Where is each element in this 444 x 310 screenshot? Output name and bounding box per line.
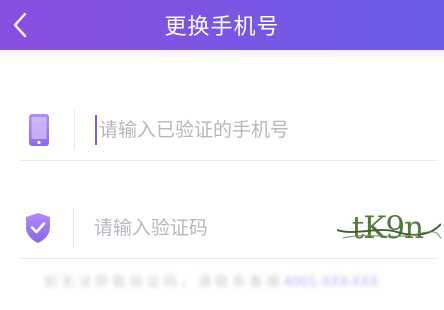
top-nav-bar: 更换手机号 <box>0 0 444 50</box>
phone-icon <box>20 110 58 150</box>
header-shadow <box>0 50 444 60</box>
captcha-image[interactable]: tK9n <box>336 210 441 246</box>
change-phone-screen: 更换手机号 请输入已验证的手机号 请输入验证码 tK9n 如 无 法 获 取 验… <box>0 0 444 310</box>
phone-number-input[interactable] <box>95 115 438 145</box>
verification-code-row: tK9n <box>20 198 441 259</box>
help-hint: 如 无 法 获 取 验 证 码 ， 请 联 系 客 服 4001-XXX-XXX <box>44 271 378 290</box>
help-hint-text: 如 无 法 获 取 验 证 码 ， 请 联 系 客 服 <box>44 275 280 290</box>
back-button[interactable] <box>0 0 40 50</box>
chevron-left-icon <box>13 12 27 38</box>
row-divider <box>74 110 75 150</box>
verification-code-input[interactable] <box>93 213 337 243</box>
row-divider <box>72 208 74 248</box>
phone-row <box>20 100 438 161</box>
captcha-noise <box>336 223 441 239</box>
page-title: 更换手机号 <box>164 15 280 40</box>
help-hotline-link[interactable]: 4001-XXX-XXX <box>284 275 379 290</box>
shield-check-icon <box>20 208 57 248</box>
